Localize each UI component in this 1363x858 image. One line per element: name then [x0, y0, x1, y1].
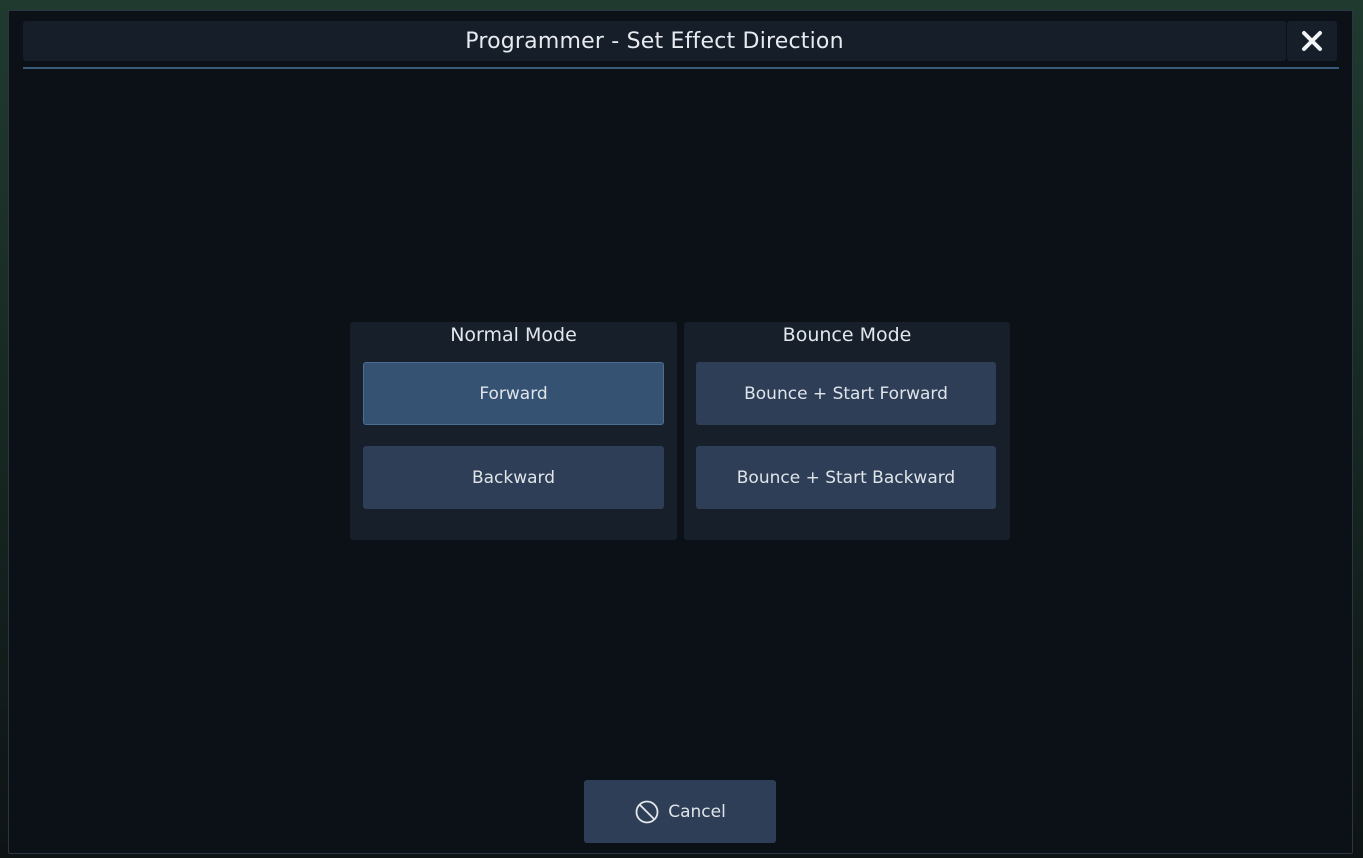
normal-mode-title: Normal Mode	[450, 324, 577, 346]
title-divider	[23, 67, 1339, 69]
set-effect-direction-dialog: Programmer - Set Effect Direction Normal…	[8, 10, 1353, 854]
bounce-mode-group: Bounce Mode Bounce + Start Forward Bounc…	[684, 322, 1010, 540]
normal-mode-group: Normal Mode Forward Backward	[350, 322, 677, 540]
dialog-title: Programmer - Set Effect Direction	[465, 28, 844, 54]
bounce-start-forward-button[interactable]: Bounce + Start Forward	[696, 362, 996, 425]
close-icon	[1301, 30, 1323, 52]
backward-button[interactable]: Backward	[363, 446, 664, 509]
bounce-start-backward-button[interactable]: Bounce + Start Backward	[696, 446, 996, 509]
bounce-mode-title: Bounce Mode	[782, 324, 912, 346]
cancel-button[interactable]: Cancel	[584, 780, 776, 843]
forward-button[interactable]: Forward	[363, 362, 664, 425]
dialog-title-bar: Programmer - Set Effect Direction	[23, 21, 1286, 61]
prohibited-icon	[634, 799, 660, 825]
close-button[interactable]	[1287, 21, 1337, 61]
cancel-label: Cancel	[668, 801, 726, 822]
